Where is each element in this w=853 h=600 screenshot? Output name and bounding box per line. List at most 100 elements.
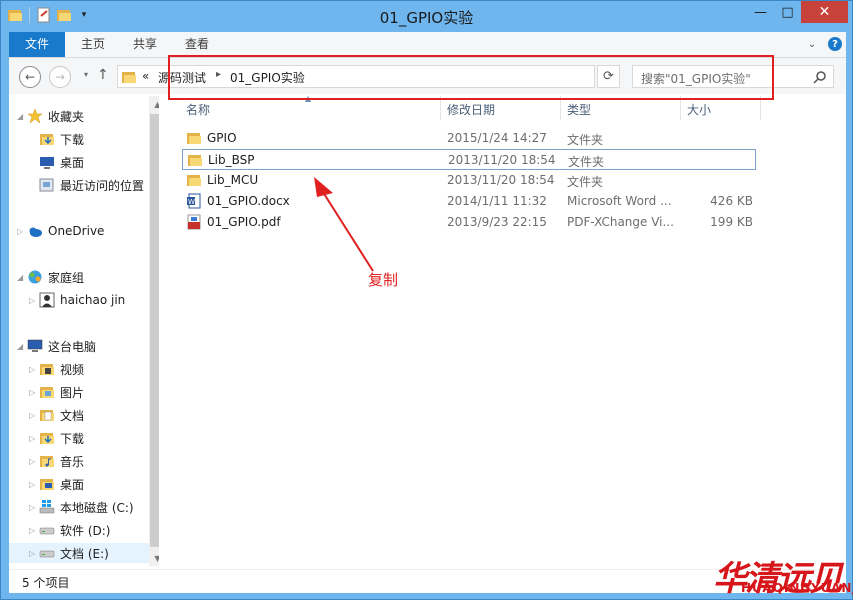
scrollbar-thumb[interactable] bbox=[150, 114, 159, 547]
sidebar-item-label: 本地磁盘 (C:) bbox=[60, 500, 134, 515]
watermark-subtext: HUAQINGYUANJIAN bbox=[741, 581, 853, 595]
expand-arrow-icon[interactable]: ▷ bbox=[29, 388, 39, 397]
sidebar-item-onedrive[interactable]: ▷ OneDrive bbox=[17, 221, 104, 241]
drive-icon bbox=[39, 522, 55, 538]
sidebar-item-label: 下载 bbox=[60, 132, 85, 147]
expand-arrow-icon[interactable]: ▷ bbox=[29, 296, 39, 305]
file-row[interactable]: W 01_GPIO.docx 2014/1/11 11:32 Microsoft… bbox=[182, 191, 762, 212]
folder-icon bbox=[187, 152, 203, 168]
sidebar-item-pictures[interactable]: ▷ 图片 bbox=[29, 382, 84, 402]
sidebar-item-drive-d[interactable]: ▷ 软件 (D:) bbox=[29, 520, 110, 540]
expand-arrow-icon[interactable]: ▷ bbox=[29, 411, 39, 420]
cloud-icon bbox=[27, 223, 43, 239]
annotation-label: 复制 bbox=[368, 271, 399, 289]
sidebar-item-label: 最近访问的位置 bbox=[60, 178, 145, 193]
forward-button[interactable]: → bbox=[49, 66, 71, 88]
back-button[interactable]: ← bbox=[19, 66, 41, 88]
expand-arrow-icon[interactable]: ▷ bbox=[29, 549, 39, 558]
minimize-button[interactable]: — bbox=[747, 1, 774, 23]
help-icon[interactable]: ? bbox=[828, 37, 842, 51]
expand-arrow-icon[interactable]: ▷ bbox=[29, 434, 39, 443]
expand-ribbon-icon[interactable]: ⌄ bbox=[806, 38, 818, 50]
expand-arrow-icon[interactable]: ▷ bbox=[29, 457, 39, 466]
file-size: 426 KB bbox=[710, 194, 753, 208]
file-date: 2014/1/11 11:32 bbox=[447, 194, 547, 208]
file-type: 文件夹 bbox=[568, 155, 605, 169]
sidebar-item-user[interactable]: ▷ haichao jin bbox=[29, 290, 125, 310]
sidebar-item-downloads[interactable]: ▷ 下载 bbox=[29, 428, 84, 448]
sidebar-item-label: 家庭组 bbox=[48, 270, 85, 285]
search-icon[interactable] bbox=[813, 70, 827, 87]
sidebar-item-videos[interactable]: ▷ 视频 bbox=[29, 359, 84, 379]
navigation-pane: ◢ 收藏夹 下载 桌面 最近访问的位置 ▷ OneDrive ◢ 家庭组 ▷ h… bbox=[9, 94, 159, 569]
recent-places-icon bbox=[39, 177, 55, 193]
sidebar-item-documents[interactable]: ▷ 文档 bbox=[29, 405, 84, 425]
scroll-down-icon[interactable]: ▼ bbox=[149, 550, 159, 566]
expand-arrow-icon[interactable]: ▷ bbox=[29, 365, 39, 374]
close-button[interactable]: ✕ bbox=[801, 1, 848, 23]
window-controls: — □ ✕ bbox=[747, 1, 848, 23]
tab-file[interactable]: 文件 bbox=[9, 32, 65, 57]
file-list: ▲ 名称 修改日期 类型 大小 GPIO 2015/1/24 14:27 文件夹… bbox=[172, 94, 846, 569]
collapse-arrow-icon[interactable]: ◢ bbox=[17, 273, 27, 282]
sidebar-item-music[interactable]: ▷ 音乐 bbox=[29, 451, 84, 471]
tab-share[interactable]: 共享 bbox=[123, 32, 167, 57]
desktop-icon bbox=[39, 154, 55, 170]
music-folder-icon bbox=[39, 453, 55, 469]
file-name: 01_GPIO.docx bbox=[207, 194, 290, 208]
sidebar-item-label: 桌面 bbox=[60, 155, 85, 170]
sidebar-item-label: 文档 (E:) bbox=[60, 546, 109, 561]
collapse-arrow-icon[interactable]: ◢ bbox=[17, 342, 27, 351]
expand-arrow-icon[interactable]: ▷ bbox=[17, 227, 27, 236]
file-row[interactable]: Lib_MCU 2013/11/20 18:54 文件夹 bbox=[182, 170, 762, 191]
window-title: 01_GPIO实验 bbox=[379, 9, 474, 27]
column-header-name[interactable]: 名称 bbox=[186, 101, 210, 118]
scroll-up-icon[interactable]: ▲ bbox=[149, 96, 159, 112]
sidebar-item-drive-c[interactable]: ▷ 本地磁盘 (C:) bbox=[29, 497, 134, 517]
file-size: 199 KB bbox=[710, 215, 753, 229]
expand-arrow-icon[interactable]: ▷ bbox=[29, 526, 39, 535]
folder-icon bbox=[186, 172, 202, 188]
maximize-button[interactable]: □ bbox=[774, 1, 801, 23]
sidebar-item-recent-places[interactable]: 最近访问的位置 bbox=[39, 175, 144, 195]
file-name: Lib_MCU bbox=[207, 173, 259, 187]
file-row[interactable]: 01_GPIO.pdf 2013/9/23 22:15 PDF-XChange … bbox=[182, 212, 762, 233]
file-row[interactable]: Lib_BSP 2013/11/20 18:54 文件夹 bbox=[182, 149, 756, 170]
svg-text:W: W bbox=[188, 198, 195, 206]
sidebar-item-this-pc[interactable]: ◢ 这台电脑 bbox=[17, 336, 96, 356]
desktop-folder-icon bbox=[39, 476, 55, 492]
explorer-window: ▾ 01_GPIO实验 — □ ✕ 文件 主页 共享 查看 ⌄ ? ← → ▾ … bbox=[0, 0, 853, 600]
sidebar-item-homegroup[interactable]: ◢ 家庭组 bbox=[17, 267, 84, 287]
expand-arrow-icon[interactable]: ▷ bbox=[29, 480, 39, 489]
column-header-size[interactable]: 大小 bbox=[687, 101, 711, 118]
breadcrumb-overflow[interactable]: « bbox=[142, 69, 149, 83]
sidebar-item-desktop[interactable]: ▷ 桌面 bbox=[29, 474, 84, 494]
file-row[interactable]: GPIO 2015/1/24 14:27 文件夹 bbox=[182, 128, 762, 149]
column-header-type[interactable]: 类型 bbox=[567, 101, 591, 118]
tab-home[interactable]: 主页 bbox=[71, 32, 115, 57]
expand-arrow-icon[interactable]: ▷ bbox=[29, 503, 39, 512]
title-bar[interactable]: ▾ 01_GPIO实验 — □ ✕ bbox=[1, 1, 852, 32]
sidebar-item-label: 这台电脑 bbox=[48, 339, 97, 354]
folder-icon bbox=[186, 130, 202, 146]
recent-locations-chevron-icon[interactable]: ▾ bbox=[84, 70, 88, 79]
file-type: Microsoft Word ... bbox=[567, 194, 672, 208]
main-area: ◢ 收藏夹 下载 桌面 最近访问的位置 ▷ OneDrive ◢ 家庭组 ▷ h… bbox=[9, 94, 846, 569]
sidebar-scrollbar[interactable]: ▲ ▼ bbox=[149, 96, 159, 566]
sidebar-item-downloads[interactable]: 下载 bbox=[39, 129, 84, 149]
column-header-date[interactable]: 修改日期 bbox=[447, 101, 495, 118]
collapse-arrow-icon[interactable]: ◢ bbox=[17, 112, 27, 121]
file-date: 2013/9/23 22:15 bbox=[447, 215, 547, 229]
sidebar-item-label: 文档 bbox=[60, 408, 85, 423]
watermark-logo: 华清远见 HUAQINGYUANJIAN bbox=[713, 551, 853, 599]
homegroup-icon bbox=[27, 269, 43, 285]
sidebar-item-desktop[interactable]: 桌面 bbox=[39, 152, 84, 172]
tab-view[interactable]: 查看 bbox=[175, 32, 219, 57]
file-type: PDF-XChange Vi... bbox=[567, 215, 674, 229]
sidebar-item-favorites[interactable]: ◢ 收藏夹 bbox=[17, 106, 84, 126]
computer-icon bbox=[27, 338, 43, 354]
sidebar-item-drive-e[interactable]: ▷ 文档 (E:) bbox=[9, 543, 149, 563]
sidebar-item-label: 图片 bbox=[60, 385, 85, 400]
file-date: 2013/11/20 18:54 bbox=[447, 173, 555, 187]
up-button[interactable]: ↑ bbox=[97, 67, 109, 83]
